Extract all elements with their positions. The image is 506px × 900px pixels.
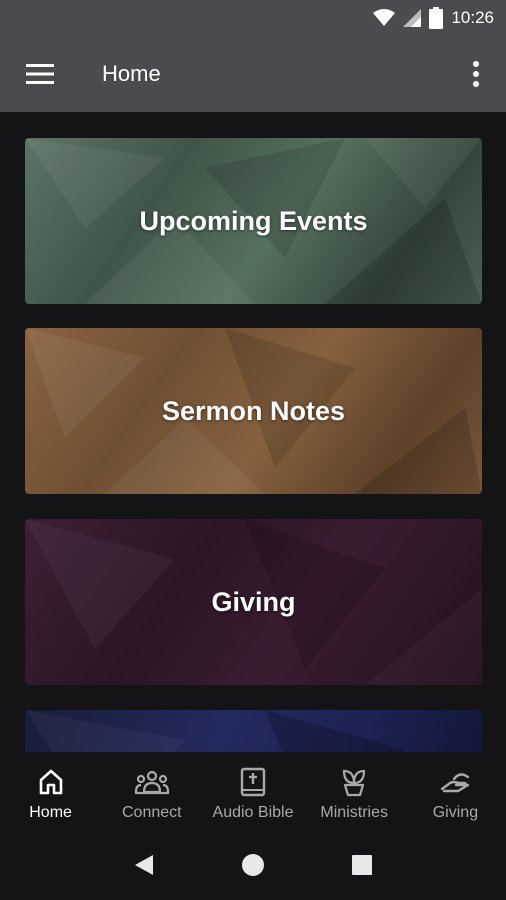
clock-time: 10:26	[451, 8, 494, 27]
cell-signal-icon	[403, 9, 422, 27]
nav-label: Home	[29, 804, 72, 821]
nav-item-audio-bible[interactable]: Audio Bible	[202, 752, 303, 830]
nav-item-connect[interactable]: Connect	[101, 752, 202, 830]
group-icon	[134, 766, 170, 798]
recents-icon[interactable]	[332, 835, 392, 895]
card-list: Upcoming Events Sermon Notes Giving	[0, 112, 506, 752]
card-label: Sermon Notes	[161, 395, 346, 426]
system-navigation-bar	[0, 830, 506, 900]
more-vertical-icon[interactable]	[446, 36, 506, 112]
card-partial[interactable]	[25, 710, 482, 752]
back-icon[interactable]	[114, 835, 174, 895]
card-label: Giving	[211, 586, 296, 617]
nav-item-ministries[interactable]: Ministries	[304, 752, 405, 830]
home-icon	[37, 766, 65, 798]
nav-item-home[interactable]: Home	[0, 752, 101, 830]
giving-hand-icon	[440, 766, 470, 798]
nav-label: Audio Bible	[212, 804, 294, 821]
card-sermon-notes[interactable]: Sermon Notes	[25, 328, 482, 494]
bottom-navigation: Home Connect Audio Bible Ministries Givi…	[0, 752, 506, 830]
app-bar: Home	[0, 36, 506, 112]
nav-label: Connect	[122, 804, 182, 821]
nav-item-giving[interactable]: Giving	[405, 752, 506, 830]
plant-icon	[339, 766, 369, 798]
page-title: Home	[102, 61, 161, 86]
home-circle-icon[interactable]	[223, 835, 283, 895]
wifi-icon	[373, 9, 396, 27]
card-label: Upcoming Events	[139, 205, 368, 236]
nav-label: Giving	[432, 804, 479, 821]
status-bar: 10:26	[0, 0, 506, 36]
battery-icon	[429, 7, 444, 29]
card-giving[interactable]: Giving	[25, 519, 482, 685]
nav-label: Ministries	[320, 804, 388, 821]
bible-icon	[240, 766, 266, 798]
hamburger-menu-icon[interactable]	[0, 36, 80, 112]
card-upcoming-events[interactable]: Upcoming Events	[25, 138, 482, 304]
